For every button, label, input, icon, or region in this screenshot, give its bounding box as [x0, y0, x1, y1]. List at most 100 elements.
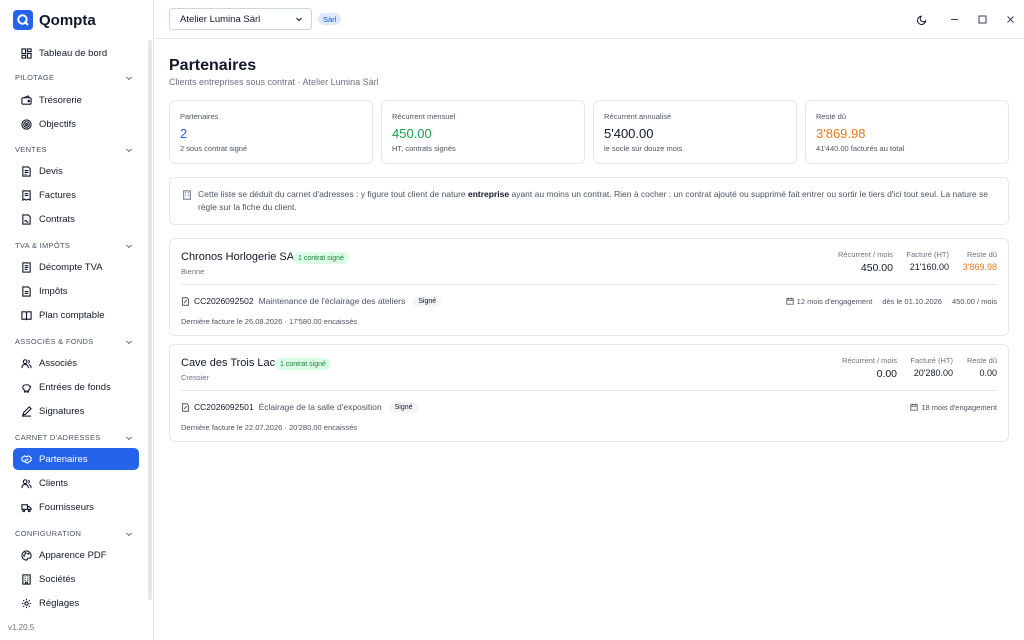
- section-pilotage[interactable]: PILOTAGE: [15, 73, 133, 82]
- stat-sub: 2 sous contrat signé: [180, 144, 248, 153]
- maximize-button[interactable]: [975, 12, 989, 26]
- sidebar-item-label: Partenaires: [39, 453, 88, 465]
- sidebar-item-label: Factures: [39, 189, 76, 201]
- invoice-icon: [22, 189, 31, 201]
- stat-label: Partenaires: [180, 112, 219, 121]
- metric-value: 21'160.00: [909, 262, 949, 272]
- contract-count-badge: 1 contrat signé: [275, 358, 331, 370]
- engagement: 18 mois d'engagement: [910, 403, 997, 412]
- sidebar-item-tresorerie[interactable]: Trésorerie: [13, 89, 139, 111]
- pen-icon: [21, 405, 32, 417]
- section-configuration[interactable]: CONFIGURATION: [15, 529, 133, 538]
- partner-name[interactable]: Cave des Trois Lacs: [181, 357, 281, 369]
- last-invoice: Dernière facture le 22.07.2026 · 20'280.…: [181, 423, 358, 432]
- company-select-value: Atelier Lumina Sàrl: [180, 13, 261, 25]
- sidebar-item-label: Réglages: [39, 597, 80, 609]
- partner-card[interactable]: Cave des Trois Lacs 1 contrat signé Cres…: [169, 344, 1009, 442]
- chevron-down-icon: [126, 340, 132, 344]
- maximize-icon: [978, 15, 986, 23]
- stat-sub: 41'440.00 facturés au total: [816, 144, 905, 153]
- stat-value: 450.00: [392, 126, 432, 141]
- sidebar-item-reglages[interactable]: Réglages: [13, 592, 139, 614]
- minimize-button[interactable]: [947, 12, 961, 26]
- section-ventes[interactable]: VENTES: [15, 145, 133, 154]
- theme-toggle-button[interactable]: [915, 12, 929, 26]
- sidebar-item-factures[interactable]: Factures: [13, 184, 139, 206]
- stat-label: Reste dû: [816, 112, 847, 121]
- company-select[interactable]: Atelier Lumina Sàrl: [169, 8, 312, 30]
- stat-value: 2: [180, 126, 188, 141]
- sidebar-item-dashboard[interactable]: Tableau de bord: [13, 42, 139, 64]
- metric-invoiced: Facturé (HT) 20'280.00: [910, 356, 953, 378]
- handshake-icon: [21, 454, 32, 464]
- metric-remaining: Reste dû 3'869.98: [963, 250, 997, 272]
- section-associes-fonds[interactable]: ASSOCIÉS & FONDS: [15, 337, 133, 346]
- close-button[interactable]: [1003, 12, 1017, 26]
- engagement-text: 12 mois d'engagement: [796, 296, 873, 306]
- minimize-icon: [950, 18, 958, 20]
- sidebar-item-partenaires[interactable]: Partenaires: [13, 448, 139, 470]
- close-icon: [1006, 15, 1014, 23]
- sidebar-item-impots[interactable]: Impôts: [13, 280, 139, 302]
- app-name: Qompta: [39, 11, 96, 29]
- contract-status-badge: Signé: [389, 401, 418, 413]
- book-icon: [21, 310, 32, 320]
- users-icon: [21, 358, 32, 368]
- section-label: TVA & IMPÔTS: [15, 241, 71, 250]
- sidebar-item-signatures[interactable]: Signatures: [13, 400, 139, 422]
- dashboard-icon: [21, 47, 32, 59]
- sidebar-item-fournisseurs[interactable]: Fournisseurs: [13, 496, 139, 518]
- sidebar-item-contrats[interactable]: Contrats: [13, 208, 139, 230]
- metric-label: Facturé (HT): [910, 356, 953, 365]
- sidebar-item-label: Clients: [39, 477, 69, 489]
- brand: Qompta: [13, 10, 96, 30]
- sidebar-item-societes[interactable]: Sociétés: [13, 568, 139, 590]
- chevron-down-icon: [296, 17, 302, 22]
- info-notice: Cette liste se déduit du carnet d'adress…: [169, 177, 1009, 225]
- contract-row[interactable]: CC2026092501 Éclairage de la salle d'exp…: [181, 400, 997, 414]
- metric-value: 0.00: [979, 368, 997, 378]
- building-icon: [183, 190, 191, 200]
- sidebar-scrollbar[interactable]: [148, 40, 152, 600]
- contract-edit-icon: [182, 296, 189, 306]
- section-label: ASSOCIÉS & FONDS: [15, 337, 94, 346]
- stat-value: 5'400.00: [604, 126, 654, 141]
- section-carnet-adresses[interactable]: CARNET D'ADRESSES: [15, 433, 133, 442]
- metric-label: Facturé (HT): [906, 250, 949, 259]
- page-title: Partenaires: [169, 57, 257, 74]
- sidebar-nav: Tableau de bord PILOTAGE Trésorerie Obje…: [0, 40, 148, 618]
- sidebar-item-label: Sociétés: [39, 573, 76, 585]
- contract-code[interactable]: CC2026092501: [194, 402, 254, 412]
- section-tva-impots[interactable]: TVA & IMPÔTS: [15, 241, 133, 250]
- sidebar-item-apparence-pdf[interactable]: Apparence PDF: [13, 544, 139, 566]
- sidebar-item-associes[interactable]: Associés: [13, 352, 139, 374]
- contract-description: Éclairage de la salle d'exposition: [258, 402, 382, 412]
- partner-card[interactable]: Chronos Horlogerie SA 1 contrat signé Bi…: [169, 238, 1009, 336]
- sidebar-item-label: Signatures: [39, 405, 85, 417]
- contract-code[interactable]: CC2026092502: [194, 296, 254, 306]
- metric-label: Récurrent / mois: [841, 356, 897, 365]
- sidebar-item-label: Entrées de fonds: [39, 381, 111, 393]
- page-subtitle: Clients entreprises sous contrat · Ateli…: [169, 77, 379, 87]
- building-icon: [22, 573, 31, 585]
- sidebar-item-entrees-de-fonds[interactable]: Entrées de fonds: [13, 376, 139, 398]
- chevron-down-icon: [126, 148, 132, 152]
- sidebar-item-label: Objectifs: [39, 118, 76, 130]
- sidebar-item-label: Décompte TVA: [39, 261, 103, 273]
- sidebar-item-label: Plan comptable: [39, 309, 105, 321]
- sidebar-item-objectifs[interactable]: Objectifs: [13, 113, 139, 135]
- sidebar-item-decompte-tva[interactable]: Décompte TVA: [13, 256, 139, 278]
- sidebar-item-devis[interactable]: Devis: [13, 160, 139, 182]
- sidebar-item-plan-comptable[interactable]: Plan comptable: [13, 304, 139, 326]
- users-icon: [21, 478, 32, 488]
- info-text: Cette liste se déduit du carnet d'adress…: [198, 189, 988, 212]
- sidebar-item-clients[interactable]: Clients: [13, 472, 139, 494]
- partner-city: Cressier: [181, 373, 209, 382]
- engagement: 12 mois d'engagement: [786, 296, 873, 306]
- contract-row[interactable]: CC2026092502 Maintenance de l'éclairage …: [181, 294, 997, 308]
- metric-invoiced: Facturé (HT) 21'160.00: [906, 250, 949, 272]
- partner-name[interactable]: Chronos Horlogerie SA: [181, 251, 294, 263]
- sidebar-item-label: Tableau de bord: [39, 47, 108, 59]
- section-label: VENTES: [15, 145, 47, 154]
- stat-card-recurrent-mensuel: Récurrent mensuel 450.00 HT, contrats si…: [381, 100, 585, 164]
